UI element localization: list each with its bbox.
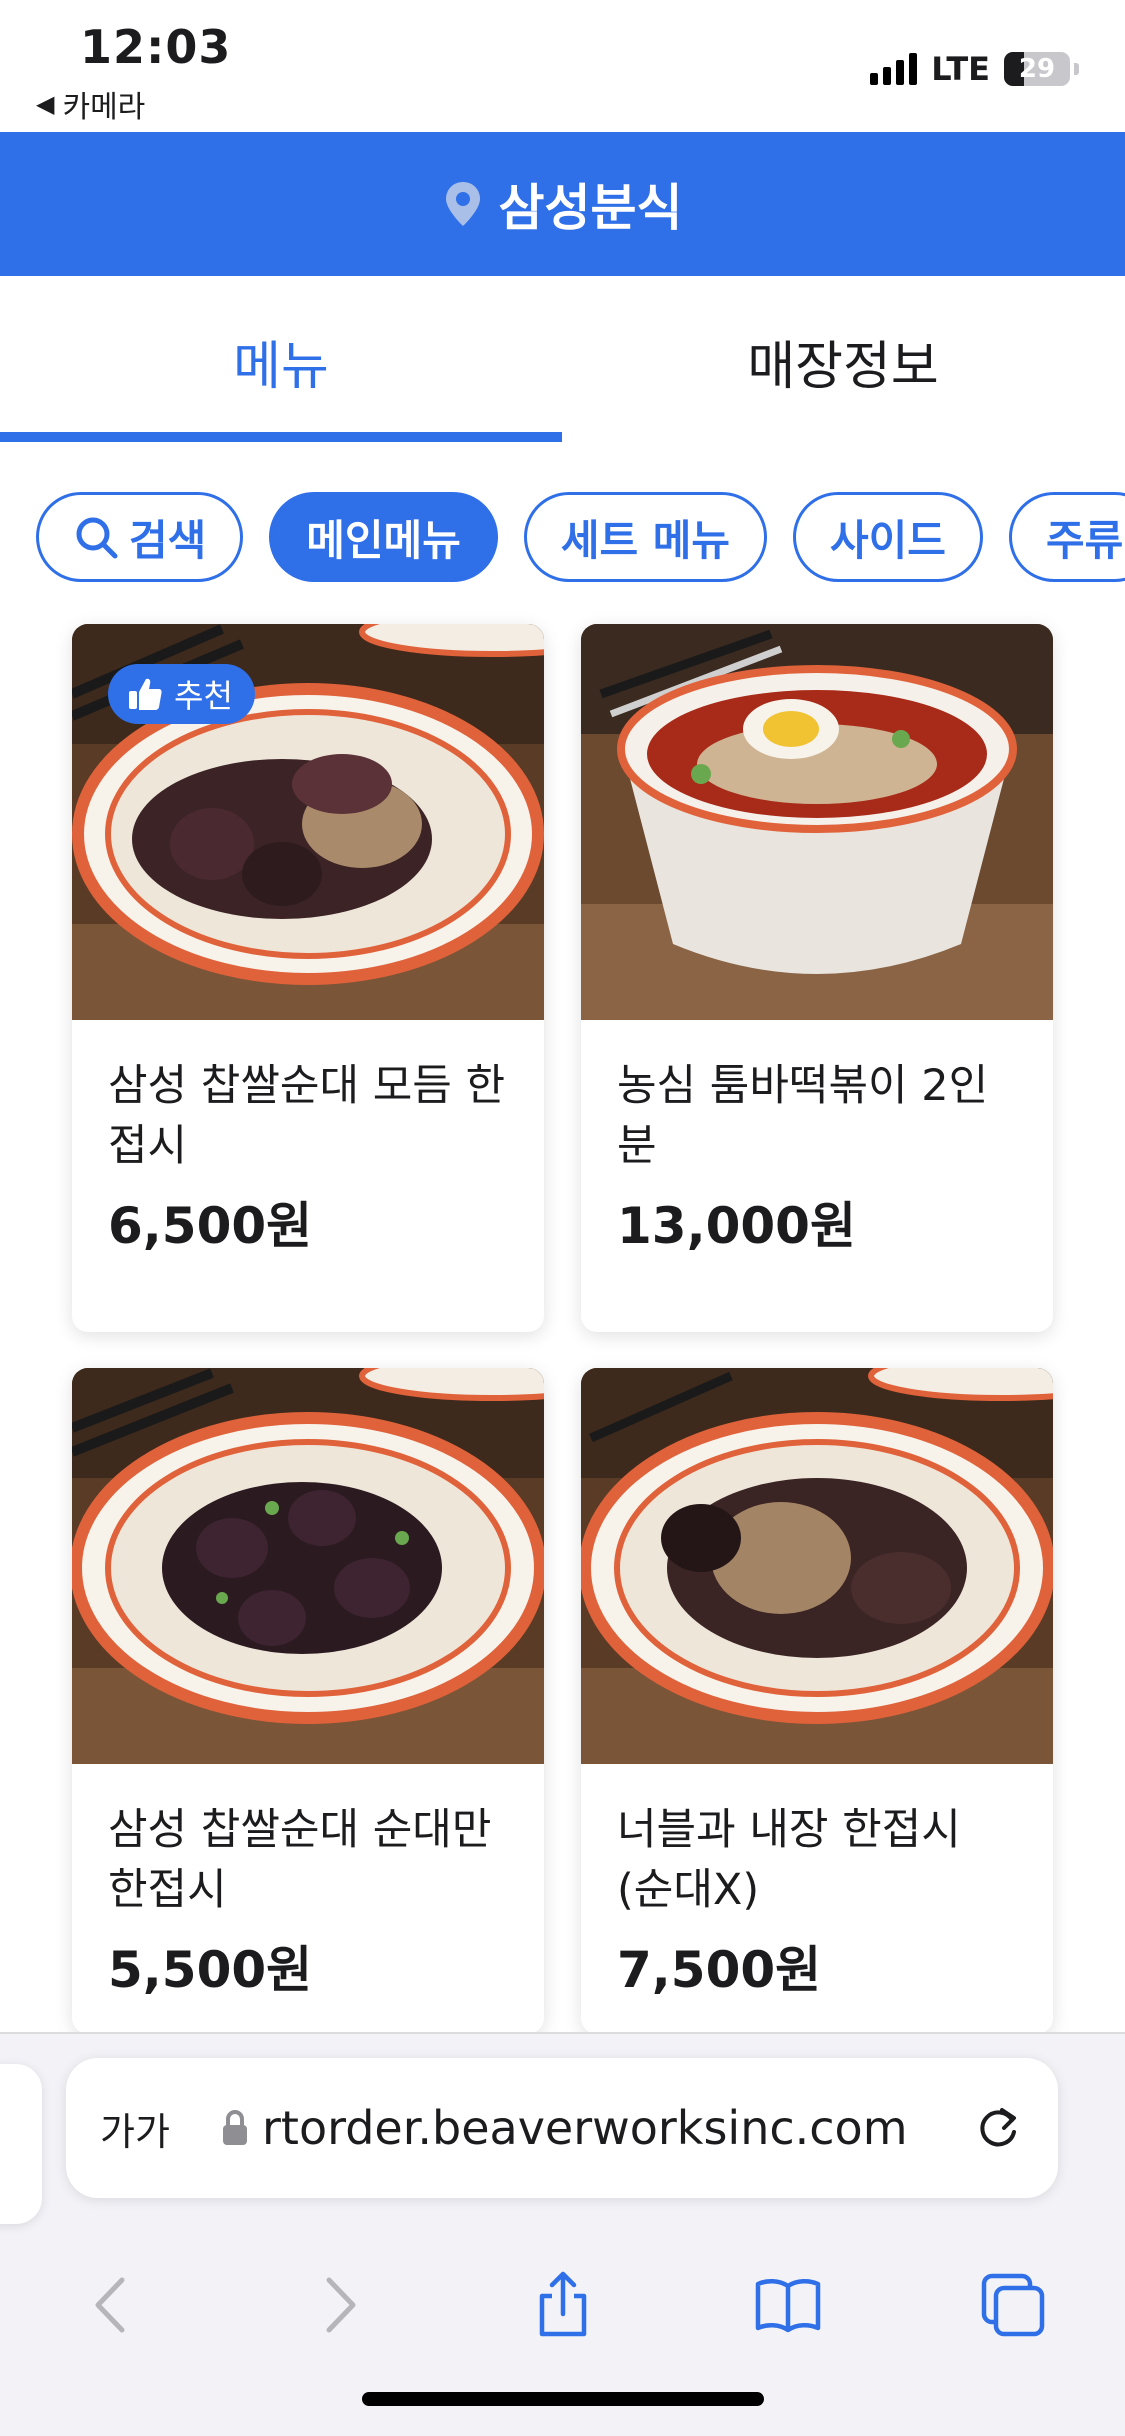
chip-drinks[interactable]: 주류 [1008,492,1125,582]
menu-price: 13,000원 [617,1197,856,1255]
forward-icon[interactable] [303,2270,373,2340]
store-title: 삼성분식 [498,179,683,237]
battery-level: 29 [1018,54,1056,84]
back-app-label: 카메라 [62,90,146,125]
url-text[interactable]: rtorder.beaverworksinc.com [262,2101,972,2155]
signal-icon [870,53,918,85]
chip-label: 검색 [129,515,207,565]
category-chips: 검색 메인메뉴 세트 메뉴 사이드 주류 [36,492,1125,584]
lock-icon [223,2110,247,2145]
share-icon[interactable] [528,2270,598,2340]
menu-price: 6,500원 [108,1197,313,1255]
status-bar: 12:03 ◀ 카메라 LTE 29 [0,0,1125,132]
previous-tab-preview[interactable] [0,2064,42,2224]
status-indicators: LTE 29 [870,50,1079,88]
menu-card[interactable]: 삼성 찹쌀순대 순대만 한접시 5,500원 [72,1368,544,2034]
chip-main-menu[interactable]: 메인메뉴 [269,492,498,582]
menu-price: 5,500원 [108,1941,313,1999]
menu-card[interactable]: 농심 툼바떡볶이 2인분 13,000원 [581,624,1053,1332]
reload-icon[interactable] [972,2102,1024,2154]
browser-bottom-bar: 가가 rtorder.beaverworksinc.com [0,2032,1125,2436]
network-label: LTE [931,50,990,88]
badge-label: 추천 [174,677,233,715]
menu-photo [581,624,1053,1020]
bookmarks-icon[interactable] [753,2270,823,2340]
back-to-app-link[interactable]: ◀ 카메라 [36,82,145,126]
clock: 12:03 [80,20,232,74]
browser-toolbar [0,2230,1125,2380]
location-pin-icon [445,182,480,226]
menu-photo [581,1368,1053,1764]
search-icon [76,517,118,559]
chip-set-menu[interactable]: 세트 메뉴 [523,492,768,582]
menu-name: 삼성 찹쌀순대 모듬 한접시 [108,1061,506,1171]
store-header: 삼성분식 [0,132,1125,276]
menu-card[interactable]: 너블과 내장 한접시 (순대X) 7,500원 [581,1368,1053,2034]
menu-name: 너블과 내장 한접시 (순대X) [617,1805,961,1915]
back-triangle-icon: ◀ [36,90,55,118]
tabs-icon[interactable] [978,2270,1048,2340]
recommended-badge: 추천 [108,664,255,724]
tab-bar: 메뉴 매장정보 [0,276,1125,446]
back-icon[interactable] [78,2270,148,2340]
menu-name: 삼성 찹쌀순대 순대만 한접시 [108,1805,492,1915]
active-tab-indicator [0,432,562,442]
reader-options-button[interactable]: 가가 [100,2101,220,2156]
menu-card[interactable]: 추천 삼성 찹쌀순대 모듬 한접시 6,500원 [72,624,544,1332]
menu-name: 농심 툼바떡볶이 2인분 [617,1061,989,1171]
chip-search[interactable]: 검색 [36,492,244,582]
menu-photo [72,1368,544,1764]
chip-side[interactable]: 사이드 [793,492,983,582]
menu-photo: 추천 [72,624,544,1020]
thumbs-up-icon [129,678,162,710]
address-bar[interactable]: 가가 rtorder.beaverworksinc.com [66,2058,1058,2198]
home-indicator[interactable] [362,2392,764,2406]
menu-price: 7,500원 [617,1941,822,1999]
tab-menu[interactable]: 메뉴 [0,276,562,446]
battery-icon: 29 [1004,52,1070,86]
tab-store-info[interactable]: 매장정보 [562,276,1124,446]
